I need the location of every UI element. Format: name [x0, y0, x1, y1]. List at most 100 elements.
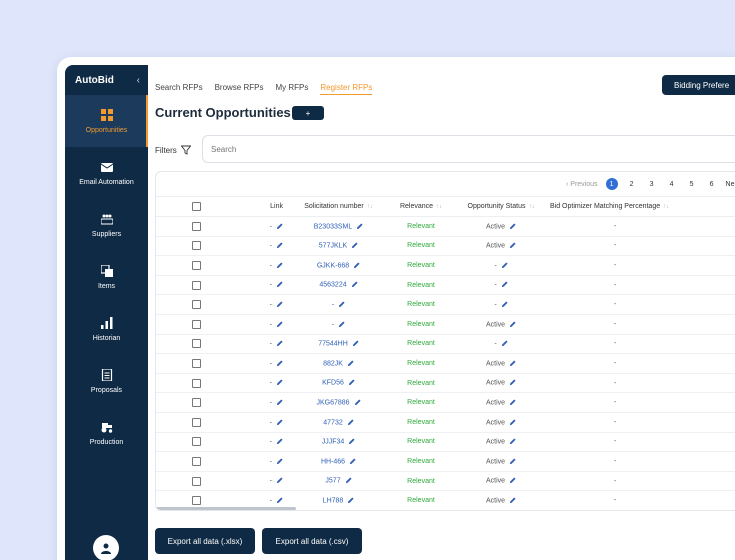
edit-icon[interactable] [276, 262, 283, 269]
edit-icon[interactable] [276, 223, 283, 230]
page-4-button[interactable]: 4 [666, 178, 678, 190]
edit-icon[interactable] [509, 438, 516, 445]
solicitation-number[interactable]: 577JKLK [319, 243, 347, 250]
edit-icon[interactable] [276, 497, 283, 504]
page-2-button[interactable]: 2 [626, 178, 638, 190]
user-avatar[interactable] [93, 535, 119, 560]
table-row[interactable]: - J577 Relevant Active - [156, 471, 735, 492]
edit-icon[interactable] [276, 419, 283, 426]
edit-icon[interactable] [347, 419, 354, 426]
edit-icon[interactable] [276, 321, 283, 328]
edit-icon[interactable] [276, 438, 283, 445]
table-row[interactable]: - 77544HH Relevant - - [156, 334, 735, 355]
edit-icon[interactable] [509, 242, 516, 249]
edit-icon[interactable] [509, 379, 516, 386]
table-row[interactable]: - 882JK Relevant Active - [156, 353, 735, 374]
row-checkbox[interactable] [191, 358, 201, 368]
edit-icon[interactable] [348, 438, 355, 445]
solicitation-number[interactable]: JJJF34 [322, 439, 345, 446]
bidding-preferences-button[interactable]: Bidding Prefere [662, 75, 735, 95]
row-checkbox[interactable] [191, 339, 201, 349]
column-header-status[interactable]: Opportunity Status ↑↓ [456, 196, 546, 217]
edit-icon[interactable] [276, 301, 283, 308]
column-header-solicitation[interactable]: Solicitation number ↑↓ [291, 196, 386, 217]
edit-icon[interactable] [347, 360, 354, 367]
tab-my-rfps[interactable]: My RFPs [275, 83, 308, 95]
edit-icon[interactable] [276, 360, 283, 367]
edit-icon[interactable] [509, 223, 516, 230]
solicitation-number[interactable]: 77544HH [318, 341, 348, 348]
edit-icon[interactable] [351, 281, 358, 288]
solicitation-number[interactable]: B23033SML [314, 223, 353, 230]
row-checkbox[interactable] [191, 319, 201, 329]
sidebar-item-items[interactable]: Items [65, 251, 148, 303]
table-row[interactable]: - JJJF34 Relevant Active - [156, 432, 735, 453]
solicitation-number[interactable]: 4563224 [319, 282, 346, 289]
edit-icon[interactable] [351, 242, 358, 249]
edit-icon[interactable] [509, 419, 516, 426]
solicitation-number[interactable]: KFD56 [322, 380, 344, 387]
edit-icon[interactable] [338, 321, 345, 328]
edit-icon[interactable] [345, 477, 352, 484]
table-row[interactable]: - GJKK-668 Relevant - - [156, 255, 735, 276]
page-5-button[interactable]: 5 [686, 178, 698, 190]
tab-search-rfps[interactable]: Search RFPs [155, 83, 203, 95]
row-checkbox[interactable] [191, 260, 201, 270]
sidebar-item-proposals[interactable]: Proposals [65, 355, 148, 407]
edit-icon[interactable] [338, 301, 345, 308]
export-xlsx-button[interactable]: Export all data (.xlsx) [155, 528, 255, 554]
row-checkbox[interactable] [191, 241, 201, 251]
edit-icon[interactable] [509, 497, 516, 504]
table-row[interactable]: - B23033SML Relevant Active - [156, 216, 735, 237]
edit-icon[interactable] [276, 477, 283, 484]
table-row[interactable]: - 4563224 Relevant - - [156, 275, 735, 296]
edit-icon[interactable] [349, 458, 356, 465]
row-checkbox[interactable] [191, 300, 201, 310]
edit-icon[interactable] [501, 301, 508, 308]
filters-toggle[interactable]: Filters [155, 145, 191, 155]
edit-icon[interactable] [501, 281, 508, 288]
page-6-button[interactable]: 6 [706, 178, 718, 190]
sidebar-item-email-automation[interactable]: Email Automation [65, 147, 148, 199]
edit-icon[interactable] [509, 458, 516, 465]
tab-browse-rfps[interactable]: Browse RFPs [215, 83, 264, 95]
row-checkbox[interactable] [191, 496, 201, 506]
solicitation-number[interactable]: - [332, 301, 334, 308]
solicitation-number[interactable]: HH-466 [321, 458, 345, 465]
edit-icon[interactable] [276, 379, 283, 386]
edit-icon[interactable] [276, 399, 283, 406]
edit-icon[interactable] [356, 223, 363, 230]
edit-icon[interactable] [276, 458, 283, 465]
tab-register-rfps[interactable]: Register RFPs [320, 83, 373, 95]
edit-icon[interactable] [501, 262, 508, 269]
search-input[interactable] [202, 135, 735, 163]
table-row[interactable]: - JKG67886 Relevant Active - [156, 392, 735, 413]
table-row[interactable]: - KFD56 Relevant Active - [156, 373, 735, 394]
column-header-matching[interactable]: Bid Optimizer Matching Percentage ↑↓ [546, 196, 735, 217]
row-checkbox[interactable] [191, 280, 201, 290]
edit-icon[interactable] [276, 242, 283, 249]
solicitation-number[interactable]: - [332, 321, 334, 328]
row-checkbox[interactable] [191, 437, 201, 447]
solicitation-number[interactable]: JKG67886 [316, 399, 349, 406]
column-header-relevance[interactable]: Relevance ↑↓ [386, 196, 456, 217]
edit-icon[interactable] [353, 262, 360, 269]
edit-icon[interactable] [276, 281, 283, 288]
row-checkbox[interactable] [191, 378, 201, 388]
previous-page-button[interactable]: ‹ Previous [566, 181, 598, 188]
page-1-button[interactable]: 1 [605, 178, 618, 190]
solicitation-number[interactable]: 47732 [323, 419, 342, 426]
row-checkbox[interactable] [191, 417, 201, 427]
edit-icon[interactable] [348, 379, 355, 386]
sidebar-item-suppliers[interactable]: Suppliers [65, 199, 148, 251]
edit-icon[interactable] [509, 477, 516, 484]
solicitation-number[interactable]: GJKK-668 [317, 262, 349, 269]
table-row[interactable]: - 47732 Relevant Active - [156, 412, 735, 433]
row-checkbox[interactable] [191, 456, 201, 466]
sidebar-item-opportunities[interactable]: Opportunities [65, 95, 148, 147]
edit-icon[interactable] [276, 340, 283, 347]
sidebar-item-historian[interactable]: Historian [65, 303, 148, 355]
edit-icon[interactable] [509, 399, 516, 406]
next-page-button[interactable]: Ne [726, 181, 735, 188]
edit-icon[interactable] [509, 360, 516, 367]
